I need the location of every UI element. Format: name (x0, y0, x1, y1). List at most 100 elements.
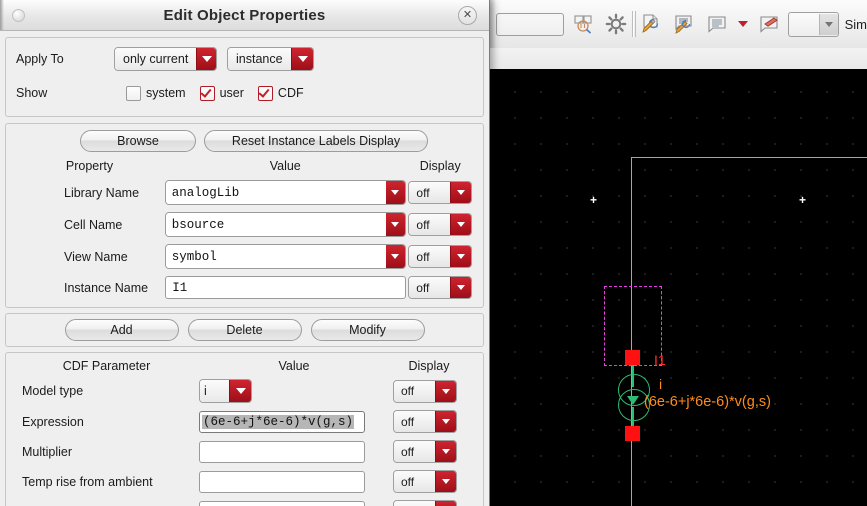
window-menu-icon[interactable] (12, 9, 25, 22)
cdf-row-model-type: Model type i off (14, 379, 475, 403)
show-option-cdf[interactable]: CDF (257, 85, 304, 101)
view-name-display-combo[interactable]: off (408, 245, 473, 268)
chevron-down-icon[interactable] (435, 411, 456, 432)
delete-button[interactable]: Delete (187, 319, 302, 341)
chevron-down-icon[interactable] (385, 181, 405, 204)
multiplier-display-combo[interactable]: off (393, 440, 457, 463)
annotate-icon[interactable] (756, 11, 782, 37)
nominal-temperature-display-wrap: off (389, 500, 473, 506)
cdf-label: Model type (22, 384, 84, 398)
sim-label: Sim (844, 16, 867, 32)
library-name-display-combo[interactable]: off (408, 181, 473, 204)
show-option-user[interactable]: user (199, 85, 244, 101)
checkbox-user[interactable] (199, 85, 215, 101)
expression-input[interactable]: (6e-6+j*6e-6)*v(g,s) (199, 410, 365, 433)
dialog-title: Edit Object Properties (163, 6, 326, 24)
zoom-to-fit-icon[interactable] (570, 11, 596, 37)
pin-handle-bottom[interactable] (625, 426, 640, 441)
property-label: Library Name (64, 185, 140, 200)
modify-button[interactable]: Modify (310, 319, 425, 341)
expression-label[interactable]: (6e-6+j*6e-6)*v(g,s) (644, 394, 771, 410)
chevron-down-icon[interactable] (435, 501, 456, 506)
property-header-value: Value (269, 159, 301, 173)
temp-rise-input[interactable] (199, 470, 365, 493)
cdf-row-expression: Expression (6e-6+j*6e-6)*v(g,s) off (14, 410, 475, 433)
temp-rise-display-value: off (394, 471, 435, 492)
instance-name-label[interactable]: I1 (654, 352, 666, 368)
nominal-temperature-input[interactable] (199, 500, 365, 506)
results-icon[interactable] (704, 11, 730, 37)
model-type-combo[interactable]: i (199, 379, 252, 403)
instance-properties-panel: Browse Reset Instance Labels Display Pro… (5, 123, 484, 308)
expression-display-combo[interactable]: off (393, 410, 457, 433)
results-dropdown-caret-icon[interactable] (738, 21, 749, 27)
chevron-down-icon[interactable] (229, 380, 251, 402)
cdf-header-parameter: CDF Parameter (62, 359, 151, 373)
chevron-down-icon[interactable] (435, 471, 456, 492)
reset-instance-labels-button[interactable]: Reset Instance Labels Display (204, 130, 428, 152)
chevron-down-icon[interactable] (435, 380, 456, 402)
model-type-label[interactable]: i (659, 376, 662, 392)
temp-rise-display-combo[interactable]: off (393, 470, 457, 493)
expression-display-value: off (394, 411, 435, 432)
chevron-down-icon[interactable] (196, 48, 216, 70)
cdf-label: Expression (22, 414, 84, 429)
property-header-row: Property Value Display (14, 159, 475, 173)
multiplier-wrap (199, 440, 389, 463)
chevron-down-icon[interactable] (450, 246, 472, 267)
property-label: View Name (64, 249, 128, 264)
cell-name-input[interactable]: bsource (164, 212, 406, 237)
temp-rise-wrap (199, 470, 389, 493)
toolbar-search-input[interactable] (496, 12, 564, 36)
expression-value: (6e-6+j*6e-6)*v(g,s) (202, 414, 355, 429)
chevron-down-icon[interactable] (291, 48, 313, 70)
pin-handle-top[interactable] (625, 350, 640, 365)
property-label: Cell Name (64, 217, 123, 232)
toolbar-group-simulation (638, 11, 782, 37)
apply-scope-combo[interactable]: only current (114, 47, 217, 71)
checkbox-cdf[interactable] (257, 85, 273, 101)
checkbox-system[interactable] (126, 85, 141, 101)
nominal-temperature-display-combo[interactable]: off (393, 500, 457, 506)
grid-marker-icon: + (590, 193, 598, 207)
simulation-mode-combo[interactable] (788, 11, 839, 37)
chevron-down-icon[interactable] (385, 213, 405, 236)
app-second-toolbar (488, 48, 867, 70)
apply-object-value: instance (228, 48, 291, 70)
cdf-header-value: Value (278, 359, 310, 373)
toolbar-group-view (570, 11, 629, 37)
instance-name-display-value: off (409, 277, 451, 298)
model-type-display-wrap: off (389, 379, 473, 403)
model-type-value: i (200, 380, 229, 402)
view-name-value: symbol (165, 245, 386, 268)
expression-display-wrap: off (389, 410, 473, 433)
dialog-titlebar[interactable]: Edit Object Properties ✕ (0, 0, 489, 31)
cell-name-display-combo[interactable]: off (408, 213, 473, 236)
new-checks-icon[interactable] (638, 11, 664, 37)
browse-button[interactable]: Browse (80, 130, 196, 152)
model-type-display-combo[interactable]: off (393, 379, 457, 403)
library-name-input[interactable]: analogLib (164, 180, 406, 205)
grid-marker-icon: + (799, 193, 807, 207)
chevron-down-icon[interactable] (450, 277, 472, 298)
show-option-system[interactable]: system (126, 85, 186, 101)
view-name-input[interactable]: symbol (164, 244, 406, 269)
cdf-action-buttons-panel: Add Delete Modify (5, 313, 484, 347)
settings-gear-icon[interactable] (603, 11, 629, 37)
close-icon[interactable]: ✕ (458, 6, 477, 25)
wire-horizontal[interactable] (631, 157, 867, 158)
schematic-canvas[interactable]: + + I1 i (6e-6+j*6e-6)*v(g,s) (489, 69, 867, 506)
canvas-grid (489, 69, 867, 506)
add-button[interactable]: Add (64, 319, 179, 341)
chevron-down-icon[interactable] (450, 214, 472, 235)
chevron-down-icon[interactable] (818, 13, 838, 35)
instance-name-display-combo[interactable]: off (408, 276, 473, 299)
cell-name-value: bsource (165, 213, 386, 236)
chevron-down-icon[interactable] (385, 245, 405, 268)
chevron-down-icon[interactable] (435, 441, 456, 462)
netlist-and-run-icon[interactable] (671, 11, 697, 37)
apply-object-combo[interactable]: instance (227, 47, 314, 71)
chevron-down-icon[interactable] (450, 182, 472, 203)
multiplier-input[interactable] (199, 440, 365, 463)
instance-name-input[interactable]: I1 (165, 276, 406, 299)
